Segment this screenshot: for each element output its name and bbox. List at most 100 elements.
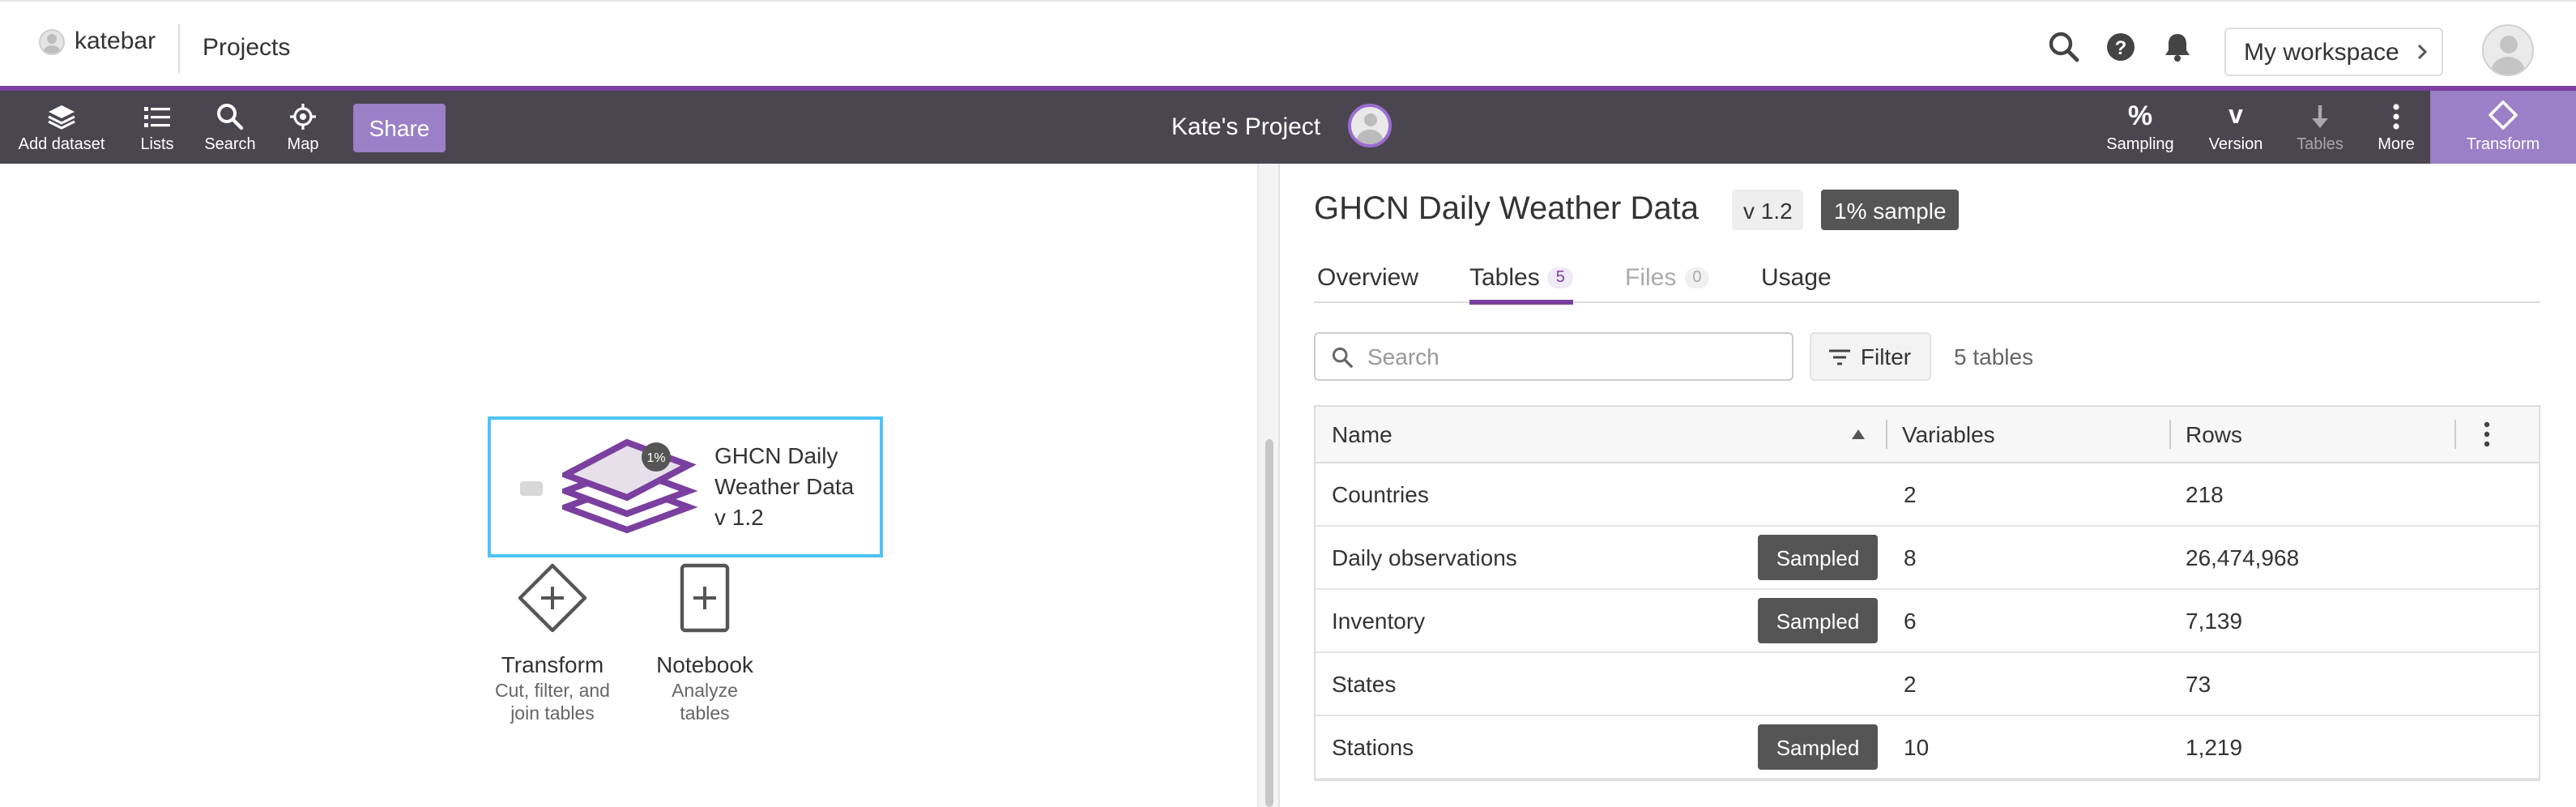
more-label: More [2378,135,2415,153]
panel-resizer[interactable] [1257,164,1280,807]
search-tool-button[interactable]: Search [203,91,258,164]
column-header-rows-label: Rows [2186,421,2243,447]
search-icon [1332,346,1353,367]
column-header-variables-label: Variables [1902,421,1995,447]
filter-lines-icon [1829,348,1851,365]
tables-table: Name Variables Rows Countries 2 218 Dail… [1314,405,2540,781]
notebook-action-subtitle-line1: Analyze [672,682,738,702]
sample-percent-badge: 1% [642,442,671,472]
transform-toolbar-button[interactable]: Transform [2430,91,2576,164]
version-tag[interactable]: v 1.2 [1732,190,1804,230]
dataset-node[interactable]: 1% GHCN Daily Weather Data v 1.2 [488,416,883,557]
workspace-button[interactable]: My workspace [2224,28,2443,76]
list-icon [144,106,170,126]
dataset-node-name: GHCN Daily Weather Data v 1.2 [714,441,854,533]
dataset-node-name-line1: GHCN Daily [714,442,838,468]
add-dataset-label: Add dataset [18,135,105,153]
workspace-label: My workspace [2244,38,2399,66]
sample-tag[interactable]: 1% sample [1821,190,1960,230]
column-divider[interactable] [1886,420,1887,449]
map-button[interactable]: Map [282,91,324,164]
account-avatar[interactable] [2482,24,2534,76]
download-arrow-icon [2312,105,2328,127]
layers-icon [48,105,75,129]
transform-action[interactable]: Transform Cut, filter, and join tables [480,562,625,726]
search-icon [217,103,244,130]
more-button[interactable]: More [2372,91,2420,164]
dataset-detail-panel: GHCN Daily Weather Data v 1.2 1% sample … [1280,164,2576,807]
user-menu[interactable]: katebar [39,28,156,55]
project-toolbar: Add dataset Lists Search Map Share Kate'… [0,86,2576,164]
table-variables-cell: 2 [1904,671,1917,697]
add-dataset-button[interactable]: Add dataset [16,91,107,164]
table-rows-cell: 7,139 [2186,608,2243,634]
column-divider[interactable] [2169,420,2171,449]
dataset-node-name-line2: Weather Data [714,473,855,499]
share-button[interactable]: Share [353,104,446,152]
tab-usage-label: Usage [1761,264,1832,292]
map-icon [290,103,316,129]
projects-link[interactable]: Projects [203,34,290,62]
table-variables-cell: 8 [1904,544,1917,570]
search-tool-label: Search [204,135,256,153]
table-name-cell: Stations [1332,734,1414,760]
table-search[interactable] [1314,332,1793,381]
dataset-title: GHCN Daily Weather Data [1314,191,1699,227]
column-divider[interactable] [2454,420,2456,449]
tab-files[interactable]: Files 0 [1625,256,1710,300]
notebook-action-title: Notebook [656,651,753,677]
lists-button[interactable]: Lists [133,91,181,164]
svg-text:?: ? [2115,37,2127,59]
tab-files-label: Files [1625,264,1677,292]
sampling-label: Sampling [2106,135,2174,153]
lists-label: Lists [140,135,174,153]
dataset-stack-icon [562,438,698,534]
sort-ascending-icon[interactable] [1852,429,1865,439]
table-row[interactable]: Stations Sampled 10 1,219 [1316,716,2539,779]
table-row[interactable]: Countries 2 218 [1316,463,2539,527]
filter-label: Filter [1860,344,1912,369]
more-vertical-icon [2393,103,2399,129]
sampling-button[interactable]: % Sampling [2103,91,2177,164]
version-icon: v [2228,101,2243,129]
username: katebar [75,28,156,55]
tab-usage[interactable]: Usage [1761,256,1832,300]
search-icon[interactable] [2048,31,2080,63]
transform-action-subtitle-line2: join tables [510,705,595,724]
filter-button[interactable]: Filter [1810,332,1931,381]
project-owner-avatar[interactable] [1348,104,1392,147]
table-row[interactable]: States 2 73 [1316,653,2539,716]
column-header-rows[interactable]: Rows [2186,407,2242,462]
comment-icon[interactable] [520,481,543,496]
tables-download-button[interactable]: Tables [2292,91,2348,164]
transform-action-subtitle: Cut, filter, and join tables [480,681,625,726]
more-vertical-icon[interactable] [2484,421,2490,447]
version-button[interactable]: v Version [2207,91,2265,164]
tab-files-count: 0 [1684,267,1710,288]
tab-tables[interactable]: Tables 5 [1469,256,1573,305]
canvas-scrollbar-thumb[interactable] [1265,439,1273,807]
tab-tables-count: 5 [1547,267,1573,288]
table-row[interactable]: Daily observations Sampled 8 26,474,968 [1316,527,2539,590]
transform-diamond-icon [518,563,587,633]
column-header-variables[interactable]: Variables [1902,407,1995,462]
table-name-cell: Daily observations [1332,544,1517,570]
help-icon[interactable]: ? [2105,31,2137,63]
tab-overview[interactable]: Overview [1317,256,1418,300]
tab-tables-label: Tables [1469,264,1540,292]
column-header-name[interactable]: Name [1332,407,1883,462]
notifications-bell-icon[interactable] [2161,31,2194,63]
table-count: 5 tables [1954,344,2034,369]
table-row[interactable]: Inventory Sampled 6 7,139 [1316,590,2539,653]
table-rows-cell: 73 [2186,671,2211,697]
version-label: Version [2208,135,2263,153]
sampled-badge: Sampled [1758,535,1878,580]
notebook-action[interactable]: Notebook Analyze tables [648,562,761,726]
chevron-right-icon [2417,44,2427,60]
table-search-input[interactable] [1364,342,1776,371]
project-canvas[interactable]: 1% GHCN Daily Weather Data v 1.2 Transfo… [0,164,1280,807]
tab-overview-label: Overview [1317,264,1419,292]
percent-icon: % [2127,100,2153,130]
project-title[interactable]: Kate's Project [1171,113,1320,141]
table-name-cell: States [1332,671,1397,697]
